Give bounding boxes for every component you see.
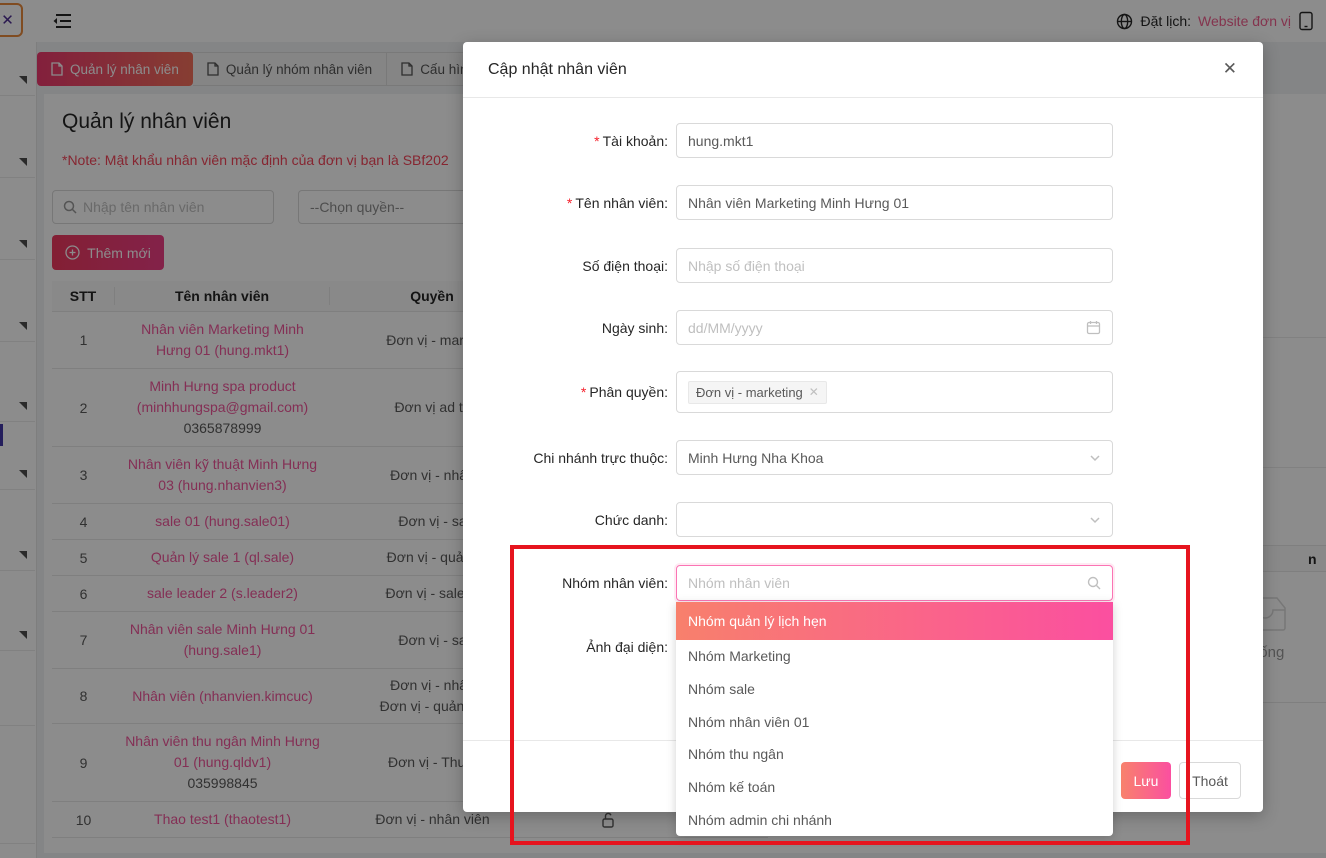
update-employee-modal: Cập nhật nhân viên ✕ *Tài khoản: *Tên nh…: [463, 42, 1263, 812]
remove-tag-icon[interactable]: ✕: [809, 385, 819, 399]
group-option[interactable]: Nhóm sale: [676, 673, 1113, 706]
exit-button[interactable]: Thoát: [1179, 762, 1241, 799]
group-option[interactable]: Nhóm Marketing: [676, 640, 1113, 673]
role-label: *Phân quyền:: [463, 384, 668, 400]
avatar-label: Ảnh đại diện:: [463, 639, 668, 655]
calendar-icon[interactable]: [1086, 320, 1101, 335]
app-root: ✕ Đặt: [0, 0, 1326, 858]
chevron-down-icon: [1089, 514, 1101, 526]
search-icon: [1087, 576, 1101, 590]
group-search-select[interactable]: [676, 565, 1113, 601]
group-option[interactable]: Nhóm thu ngân: [676, 738, 1113, 771]
account-label: *Tài khoản:: [463, 133, 668, 149]
modal-title: Cập nhật nhân viên: [463, 42, 1263, 98]
required-mark: *: [581, 384, 586, 400]
phone-label: Số điện thoại:: [463, 258, 668, 274]
employee-name-input[interactable]: [688, 195, 1101, 211]
save-button[interactable]: Lưu: [1121, 762, 1171, 799]
group-option[interactable]: Nhóm admin chi nhánh: [676, 803, 1113, 836]
required-mark: *: [594, 133, 599, 149]
group-option[interactable]: Nhóm quản lý lịch hẹn: [676, 602, 1113, 640]
chevron-down-icon: [1089, 452, 1101, 464]
group-label: Nhóm nhân viên:: [463, 575, 668, 591]
role-tag-label: Đơn vị - marketing: [696, 385, 803, 400]
group-search-input[interactable]: [688, 575, 1087, 591]
group-option[interactable]: Nhóm kế toán: [676, 771, 1113, 804]
branch-select[interactable]: Minh Hưng Nha Khoa: [676, 440, 1113, 475]
branch-select-value: Minh Hưng Nha Khoa: [688, 450, 823, 466]
position-select[interactable]: [676, 502, 1113, 537]
group-option[interactable]: Nhóm nhân viên 01: [676, 705, 1113, 738]
close-icon[interactable]: ✕: [1217, 58, 1243, 80]
dob-input[interactable]: [688, 320, 1086, 336]
employee-name-label: *Tên nhân viên:: [463, 195, 668, 211]
account-input[interactable]: [688, 133, 1101, 149]
position-label: Chức danh:: [463, 512, 668, 528]
dob-label: Ngày sinh:: [463, 320, 668, 336]
required-mark: *: [567, 195, 572, 211]
role-multiselect[interactable]: Đơn vị - marketing ✕: [676, 371, 1113, 413]
phone-input[interactable]: [688, 258, 1101, 274]
group-dropdown: Nhóm quản lý lịch hẹn Nhóm Marketing Nhó…: [676, 602, 1113, 836]
branch-label: Chi nhánh trực thuộc:: [463, 450, 668, 466]
role-tag: Đơn vị - marketing ✕: [688, 381, 827, 404]
